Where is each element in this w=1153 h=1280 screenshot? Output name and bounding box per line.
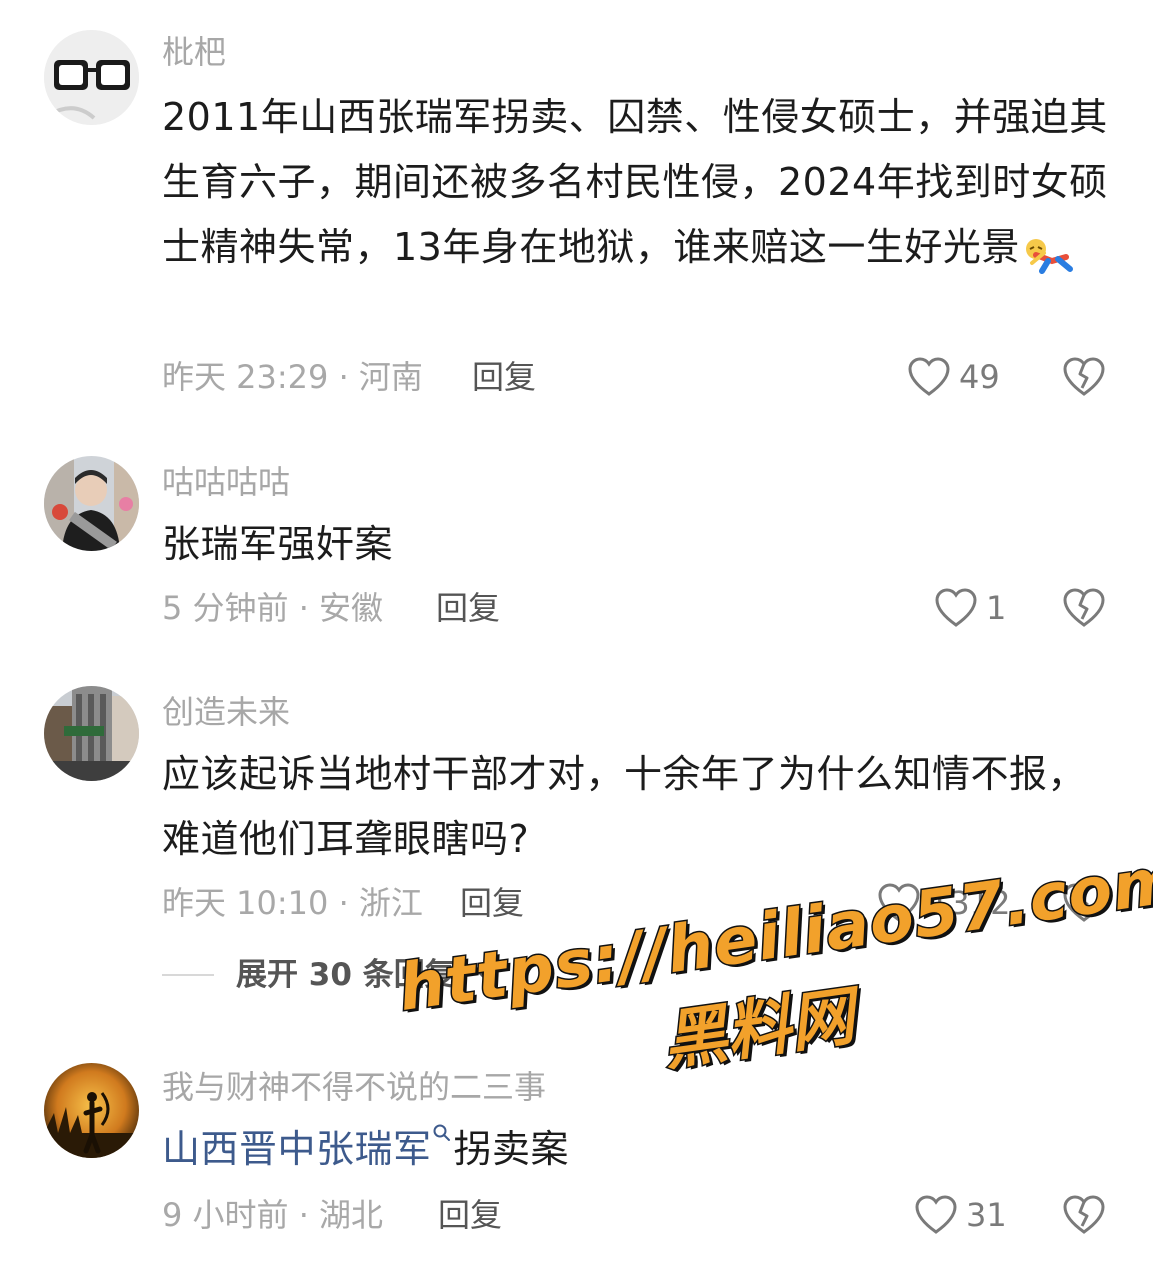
comment-meta: 5 分钟前 · 安徽 回复 1 [162, 583, 1113, 633]
broken-heart-icon[interactable] [1062, 356, 1106, 398]
comment-body: 2011年山西张瑞军拐卖、囚禁、性侵女硕士，并强迫其生育六子，期间还被多名村民性… [162, 95, 1108, 269]
comment-meta: 9 小时前 · 湖北 回复 31 [162, 1190, 1113, 1240]
heart-outline-icon [915, 1195, 957, 1234]
comment-item: 咕咕咕咕 张瑞军强奸案 5 分钟前 · 安徽 回复 1 [0, 440, 1153, 640]
like-button[interactable]: 31 [914, 1190, 1014, 1240]
search-icon[interactable] [432, 1123, 452, 1143]
avatar[interactable] [44, 456, 139, 551]
topic-link[interactable]: 山西晋中张瑞军 [162, 1127, 432, 1171]
like-count: 31 [966, 1196, 1007, 1234]
comment-body: 张瑞军强奸案 [162, 522, 394, 566]
timestamp-location: 5 分钟前 · 安徽 [162, 589, 384, 627]
comment-item: 创造未来 应该起诉当地村干部才对，十余年了为什么知情不报，难道他们耳聋眼瞎吗? … [0, 670, 1153, 1010]
reply-button[interactable]: 回复 [438, 1190, 502, 1240]
username[interactable]: 咕咕咕咕 [162, 462, 290, 502]
comment-item: 枇杷 2011年山西张瑞军拐卖、囚禁、性侵女硕士，并强迫其生育六子，期间还被多名… [0, 0, 1153, 420]
avatar[interactable] [44, 1063, 139, 1158]
comment-item: 我与财神不得不说的二三事 山西晋中张瑞军 拐卖案 9 小时前 · 湖北 回复 3… [0, 1045, 1153, 1275]
falling-person-emoji [1022, 230, 1078, 274]
avatar[interactable] [44, 30, 139, 125]
like-count: 1312 [929, 884, 1011, 922]
expand-divider [162, 974, 214, 976]
broken-heart-icon[interactable] [1062, 587, 1106, 629]
comment-text: 山西晋中张瑞军 拐卖案 [162, 1117, 1112, 1182]
comment-meta: 昨天 10:10 · 浙江 回复 1312 [162, 878, 1113, 928]
comment-meta: 昨天 23:29 · 河南 回复 49 [162, 352, 1113, 402]
comment-text: 2011年山西张瑞军拐卖、囚禁、性侵女硕士，并强迫其生育六子，期间还被多名村民性… [162, 85, 1112, 280]
heart-outline-icon [908, 357, 950, 396]
username[interactable]: 枇杷 [162, 32, 226, 72]
reply-button[interactable]: 回复 [460, 878, 524, 928]
like-count: 49 [959, 358, 1000, 396]
username[interactable]: 我与财神不得不说的二三事 [162, 1067, 546, 1107]
avatar[interactable] [44, 686, 139, 781]
comment-text: 张瑞军强奸案 [162, 512, 1112, 577]
reply-button[interactable]: 回复 [472, 352, 536, 402]
broken-heart-icon[interactable] [1062, 882, 1106, 924]
comment-body: 拐卖案 [453, 1127, 570, 1171]
heart-outline-icon [878, 883, 920, 922]
chevron-down-icon [476, 969, 494, 980]
timestamp-location: 9 小时前 · 湖北 [162, 1196, 384, 1234]
like-count: 1 [986, 589, 1007, 627]
expand-replies-label: 展开 30 条回复 [236, 957, 456, 993]
broken-heart-icon[interactable] [1062, 1194, 1106, 1236]
like-button[interactable]: 1312 [877, 878, 1017, 928]
timestamp-location: 昨天 10:10 · 浙江 [162, 884, 423, 922]
comment-body: 应该起诉当地村干部才对，十余年了为什么知情不报，难道他们耳聋眼瞎吗? [162, 752, 1087, 861]
heart-outline-icon [935, 588, 977, 627]
timestamp-location: 昨天 23:29 · 河南 [162, 358, 423, 396]
like-button[interactable]: 49 [907, 352, 1007, 402]
comment-text: 应该起诉当地村干部才对，十余年了为什么知情不报，难道他们耳聋眼瞎吗? [162, 742, 1112, 872]
username[interactable]: 创造未来 [162, 692, 290, 732]
reply-button[interactable]: 回复 [436, 583, 500, 633]
like-button[interactable]: 1 [934, 583, 1014, 633]
